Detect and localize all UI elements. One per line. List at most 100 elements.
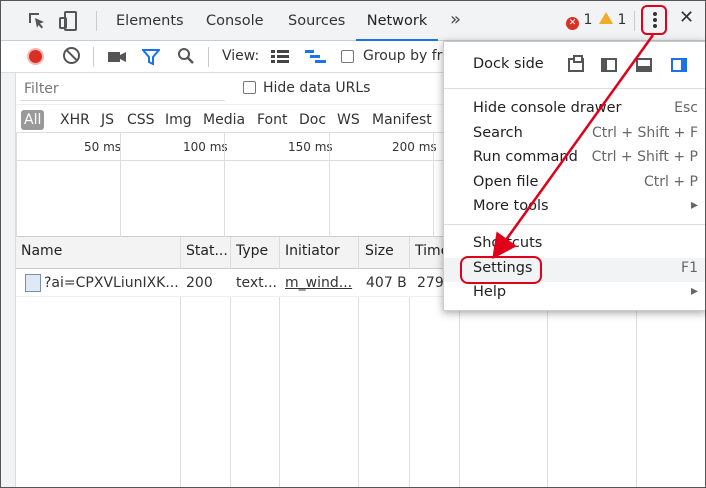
menu-item-run-command[interactable]: Run command [473, 149, 578, 165]
shortcut-hint: Ctrl + P [644, 174, 698, 190]
column-divider [180, 237, 181, 269]
column-divider [358, 237, 359, 269]
customize-menu-button[interactable] [641, 5, 667, 35]
type-filter-all[interactable]: All [21, 110, 45, 130]
waterfall-overview-icon[interactable] [305, 49, 327, 64]
menu-item-shortcuts[interactable]: Shortcuts [473, 235, 542, 251]
record-button[interactable] [27, 48, 44, 65]
column-divider [230, 269, 231, 487]
group-by-frame-label: Group by fra [363, 48, 451, 64]
shortcut-hint: Ctrl + Shift + F [591, 125, 698, 141]
timeline-tick-label: 50 ms [84, 140, 122, 154]
column-header-initiator[interactable]: Initiator [285, 243, 340, 259]
request-type: text... [236, 275, 277, 291]
timeline-tick-label: 100 ms [183, 140, 228, 154]
menu-item-more-tools[interactable]: More tools [473, 198, 549, 214]
type-filter-img[interactable]: Img [162, 110, 195, 130]
divider [208, 47, 209, 67]
settings-annotation-highlight [460, 256, 542, 284]
timeline-gridline [329, 133, 330, 237]
column-divider [636, 311, 637, 487]
shortcut-hint: Ctrl + Shift + P [591, 149, 698, 165]
column-divider [459, 311, 460, 487]
divider [93, 47, 94, 67]
request-size: 407 B [366, 275, 407, 291]
column-divider [409, 237, 410, 269]
inspect-element-icon[interactable] [27, 11, 47, 31]
type-filter-ws[interactable]: WS [334, 110, 363, 130]
type-filter-doc[interactable]: Doc [296, 110, 329, 130]
column-divider [358, 269, 359, 487]
close-devtools-button[interactable]: ✕ [679, 7, 694, 28]
timeline-gridline [224, 133, 225, 237]
clear-icon[interactable] [63, 47, 80, 64]
kebab-dot [653, 12, 657, 16]
menu-divider [444, 224, 705, 225]
request-status: 200 [186, 275, 213, 291]
column-divider [230, 237, 231, 269]
request-initiator-link[interactable]: m_wind... [285, 275, 352, 291]
tab-bar: Elements Console Sources Network » ✕ 1 1… [1, 1, 705, 41]
left-gutter [1, 1, 16, 487]
search-icon[interactable] [177, 47, 195, 65]
customize-control-menu: Dock side Hide console drawer Esc Search… [443, 41, 705, 311]
warning-counter[interactable]: 1 [599, 12, 626, 28]
screenshot-camera-icon[interactable] [107, 49, 127, 65]
devtools-window: Elements Console Sources Network » ✕ 1 1… [0, 0, 706, 488]
menu-item-search[interactable]: Search [473, 125, 523, 141]
tab-network[interactable]: Network [356, 1, 438, 41]
column-header-name[interactable]: Name [21, 243, 62, 259]
tab-elements[interactable]: Elements [116, 1, 184, 41]
divider [634, 11, 635, 31]
menu-item-open-file[interactable]: Open file [473, 174, 538, 190]
divider [96, 11, 97, 31]
column-divider [180, 269, 181, 487]
column-divider [279, 269, 280, 487]
filter-icon[interactable] [142, 48, 160, 66]
more-tabs-button[interactable]: » [450, 9, 461, 30]
type-filter-js[interactable]: JS [98, 110, 117, 130]
type-filter-font[interactable]: Font [254, 110, 290, 130]
column-divider [547, 311, 548, 487]
timeline-tick-label: 200 ms [392, 140, 437, 154]
file-icon [25, 274, 41, 292]
kebab-dot [653, 24, 657, 28]
error-count: 1 [583, 12, 593, 28]
timeline-gridline [433, 133, 434, 237]
warning-count: 1 [617, 12, 627, 28]
request-name[interactable]: ?ai=CPXVLiunIXK... [44, 275, 179, 291]
hide-data-urls-checkbox[interactable] [243, 81, 256, 94]
menu-item-hide-console-drawer[interactable]: Hide console drawer [473, 100, 621, 116]
filter-input[interactable] [20, 77, 225, 101]
type-filter-css[interactable]: CSS [124, 110, 158, 130]
dock-right-icon[interactable] [671, 58, 687, 72]
group-by-frame-checkbox[interactable] [341, 50, 354, 63]
error-counter[interactable]: ✕ 1 [566, 12, 592, 30]
tab-console[interactable]: Console [206, 1, 264, 41]
undock-icon[interactable] [568, 55, 584, 72]
view-label: View: [222, 48, 260, 64]
tab-sources[interactable]: Sources [288, 1, 345, 41]
timeline-gridline [16, 133, 17, 237]
column-divider [279, 237, 280, 269]
large-rows-icon[interactable] [271, 49, 289, 64]
column-header-size[interactable]: Size [365, 243, 394, 259]
submenu-arrow-icon: ▸ [690, 197, 698, 213]
request-time: 279 [417, 275, 444, 291]
timeline-tick-label: 150 ms [288, 140, 333, 154]
column-header-status[interactable]: Stat... [186, 243, 228, 259]
column-header-type[interactable]: Type [236, 243, 268, 259]
submenu-arrow-icon: ▸ [690, 283, 698, 299]
timeline-gridline [120, 133, 121, 237]
type-filter-media[interactable]: Media [200, 110, 248, 130]
column-divider [409, 269, 410, 487]
dock-bottom-icon[interactable] [636, 58, 652, 72]
dock-side-label: Dock side [473, 56, 544, 72]
type-filter-xhr[interactable]: XHR [57, 110, 93, 130]
menu-divider [444, 88, 705, 89]
device-toolbar-icon[interactable] [59, 11, 79, 31]
dock-left-icon[interactable] [601, 58, 617, 72]
kebab-dot [653, 18, 657, 22]
menu-item-help[interactable]: Help [473, 284, 506, 300]
type-filter-manifest[interactable]: Manifest [369, 110, 435, 130]
